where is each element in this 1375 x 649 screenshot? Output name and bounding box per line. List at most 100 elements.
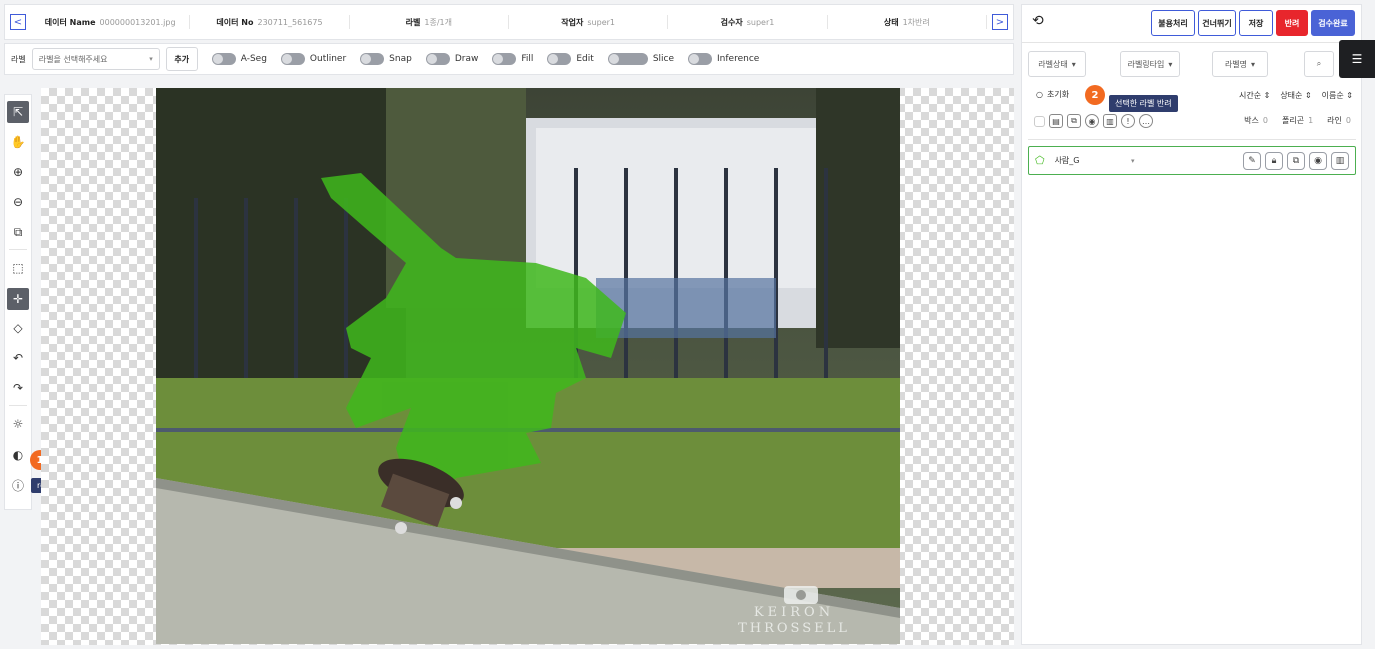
skip-button[interactable]: 건너뛰기 <box>1198 10 1236 36</box>
sort-icon: ⇕ <box>1304 91 1312 100</box>
trash-icon[interactable]: ▥ <box>1331 151 1349 170</box>
reject-comment-button[interactable]: ⓘ <box>7 474 29 496</box>
labeling-type-filter[interactable]: 라벨링타입 ▾ <box>1120 51 1180 77</box>
step-badge-2: 2 <box>1085 85 1105 105</box>
eye-icon[interactable]: ◉ <box>1309 151 1327 170</box>
sort-controls: 시간순 ⇕ 상태순 ⇕ 이름순 ⇕ <box>1239 90 1353 101</box>
unusable-button[interactable]: 불용처리 <box>1151 10 1195 36</box>
select-tool-button[interactable]: ⇱ <box>7 101 29 123</box>
watermark-line-1: KEIRON <box>754 605 834 620</box>
undo-button[interactable]: ↶ <box>7 347 29 369</box>
sort-icon: ⇕ <box>1263 91 1271 100</box>
comment-icon[interactable]: … <box>1139 114 1153 128</box>
brightness-button[interactable]: ☼ <box>7 413 29 435</box>
brightness-icon: ☼ <box>12 417 24 431</box>
watermark-line-2: THROSSELL <box>738 621 850 636</box>
chevron-left-icon: < <box>13 16 23 28</box>
prev-data-button[interactable]: < <box>10 14 26 30</box>
contrast-icon: ◐ <box>12 448 24 462</box>
reset-button[interactable]: ○ 초기화 <box>1036 89 1069 100</box>
save-button[interactable]: 저장 <box>1239 10 1273 36</box>
polygon-count: 폴리곤 1 <box>1281 116 1314 125</box>
tool-palette: ⇱ ✋ ⊕ ⊖ ⧉ ⬚ ✛ ◇ ↶ ↷ ☼ ◐ ⓘ <box>4 94 32 510</box>
sort-status-button[interactable]: 상태순 ⇕ <box>1280 90 1311 101</box>
switch-icon <box>211 53 236 65</box>
label-caption: 라벨 <box>11 54 26 64</box>
toggle-edit[interactable]: Edit <box>547 53 594 65</box>
select-icon: ⇱ <box>12 105 24 119</box>
annotation-image[interactable]: KEIRON THROSSELL <box>156 88 900 644</box>
sort-name-button[interactable]: 이름순 ⇕ <box>1322 90 1353 101</box>
point-tool-button[interactable]: ✛ <box>7 288 29 310</box>
tool-divider <box>9 249 27 250</box>
edit-label-icon[interactable]: ✎ <box>1243 151 1261 170</box>
panel-toggle-button[interactable]: ☰ <box>1339 40 1375 78</box>
status-field: 상태 1차반려 <box>828 15 987 29</box>
chevron-right-icon: > <box>995 16 1005 28</box>
clipboard-icon[interactable]: ▤ <box>1049 114 1063 128</box>
redo-button[interactable]: ↷ <box>7 377 29 399</box>
toggle-draw[interactable]: Draw <box>425 53 478 65</box>
reject-button[interactable]: 반려 <box>1276 10 1308 36</box>
tool-divider <box>9 405 27 406</box>
zoom-in-button[interactable]: ⊕ <box>7 161 29 183</box>
chevron-down-icon: ▾ <box>1251 59 1256 69</box>
polygon-icon: ⬠ <box>1035 154 1045 167</box>
divider <box>1028 139 1356 140</box>
label-toolbar: 라벨 라벨을 선택해주세요 ▾ 추가 A-Seg Outliner Snap D… <box>4 43 1014 75</box>
skateboarder-photo: KEIRON THROSSELL <box>156 88 900 644</box>
box-select-button[interactable]: ⬚ <box>7 257 29 279</box>
divider <box>1022 42 1361 43</box>
copy-icon[interactable]: ⧉ <box>1287 151 1305 170</box>
toggle-slice[interactable]: Slice <box>607 53 674 65</box>
switch-icon <box>607 53 648 65</box>
sort-icon: ⇕ <box>1346 91 1353 100</box>
label-name-filter[interactable]: 라벨명 ▾ <box>1212 51 1268 77</box>
trash-icon[interactable]: ▥ <box>1103 114 1117 128</box>
contrast-button[interactable]: ◐ <box>7 444 29 466</box>
switch-icon <box>547 53 572 65</box>
copy-tool-button[interactable]: ⧉ <box>7 221 29 243</box>
complete-review-button[interactable]: 검수완료 <box>1311 10 1355 36</box>
toggle-snap[interactable]: Snap <box>360 53 412 65</box>
zoom-in-icon: ⊕ <box>12 165 24 179</box>
search-button[interactable]: ⌕ <box>1304 51 1334 77</box>
data-info-bar: < 데이터 Name 000000013201.jpg 데이터 No 230711_… <box>4 4 1014 40</box>
switch-icon <box>280 53 305 65</box>
reject-comment-icon: ⓘ <box>11 478 24 493</box>
data-no-field: 데이터 No 230711_561675 <box>190 15 350 29</box>
label-name-select[interactable]: 사람_G ▾ <box>1055 155 1135 166</box>
next-data-button[interactable]: > <box>991 14 1008 30</box>
toggle-inference[interactable]: Inference <box>688 53 759 65</box>
label-status-filter[interactable]: 라벨상태 ▾ <box>1028 51 1086 77</box>
worker-field: 작업자 super1 <box>509 15 669 29</box>
tag-tool-button[interactable]: ◇ <box>7 317 29 339</box>
menu-collapse-icon: ☰ <box>1351 52 1363 66</box>
label-panel: ⟲ 불용처리 건너뛰기 저장 반려 검수완료 라벨상태 ▾ 라벨링타입 ▾ 라벨명 ▾… <box>1021 4 1362 645</box>
sort-time-button[interactable]: 시간순 ⇕ <box>1239 90 1270 101</box>
zoom-out-button[interactable]: ⊖ <box>7 191 29 213</box>
lock-icon[interactable]: 🔒︎ <box>1265 151 1283 170</box>
line-count: 라인 0 <box>1327 116 1351 125</box>
label-item-actions: ✎ 🔒︎ ⧉ ◉ ▥ <box>1243 151 1349 170</box>
toggle-a-seg[interactable]: A-Seg <box>211 53 267 65</box>
toggle-outliner[interactable]: Outliner <box>280 53 346 65</box>
reject-label-icon[interactable]: ! <box>1121 114 1135 128</box>
label-select[interactable]: 라벨을 선택해주세요 ▾ <box>31 48 160 70</box>
eye-icon[interactable]: ◉ <box>1085 114 1099 128</box>
pan-tool-button[interactable]: ✋ <box>7 131 29 153</box>
refresh-icon: ○ <box>1036 90 1043 99</box>
label-list-item[interactable]: ⬠ 사람_G ▾ ✎ 🔒︎ ⧉ ◉ ▥ <box>1028 146 1356 175</box>
undo-icon: ↶ <box>12 351 24 365</box>
chevron-down-icon: ▾ <box>1131 156 1135 165</box>
watermark <box>784 586 818 604</box>
toggle-fill[interactable]: Fill <box>492 53 533 65</box>
copy-icon[interactable]: ⧉ <box>1067 114 1081 128</box>
add-label-button[interactable]: 추가 <box>165 47 198 71</box>
chevron-down-icon: ▾ <box>1168 59 1173 69</box>
history-button[interactable]: ⟲ <box>1032 13 1044 29</box>
select-all-checkbox[interactable] <box>1034 115 1045 127</box>
redo-icon: ↷ <box>12 381 24 395</box>
switch-icon <box>492 53 517 65</box>
inspector-field: 검수자 super1 <box>668 15 828 29</box>
